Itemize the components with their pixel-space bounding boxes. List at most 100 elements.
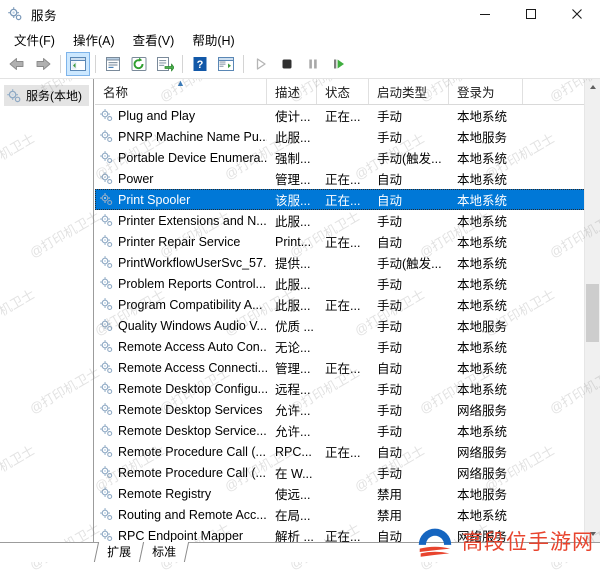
service-name-label: Remote Procedure Call (... xyxy=(118,465,266,480)
back-button[interactable] xyxy=(5,52,29,76)
column-header-name[interactable]: 名称 ▲ xyxy=(95,79,267,104)
service-name-label: Printer Repair Service xyxy=(118,234,241,249)
table-row[interactable]: Routing and Remote Acc... 在局... 禁用 本地系统 xyxy=(95,504,600,525)
table-row[interactable]: Remote Desktop Service... 允许... 手动 本地系统 xyxy=(95,420,600,441)
show-action-pane-button[interactable] xyxy=(214,52,238,76)
column-header-logon-label: 登录为 xyxy=(457,86,495,100)
export-list-button[interactable] xyxy=(153,52,177,76)
table-row[interactable]: Plug and Play 使计... 正在... 手动 本地系统 xyxy=(95,105,600,126)
table-row[interactable]: PNRP Machine Name Pu... 此服... 手动 本地服务 xyxy=(95,126,600,147)
column-header-logon[interactable]: 登录为 xyxy=(449,79,523,104)
menu-file[interactable]: 文件(F) xyxy=(6,28,65,51)
refresh-button[interactable] xyxy=(127,52,151,76)
help-button[interactable]: ? xyxy=(188,52,212,76)
stop-icon xyxy=(282,59,292,69)
vertical-scrollbar[interactable] xyxy=(584,79,600,542)
properties-button[interactable] xyxy=(101,52,125,76)
show-hide-tree-button[interactable] xyxy=(66,52,90,76)
cell-description: RPC... xyxy=(275,444,312,459)
table-row[interactable]: Printer Repair Service Print... 正在... 自动 本地系… xyxy=(95,231,600,252)
table-row[interactable]: Problem Reports Control... 此服... 手动 本地系统 xyxy=(95,273,600,294)
service-gear-icon xyxy=(100,319,113,332)
services-list[interactable]: Plug and Play 使计... 正在... 手动 本地系统 PNRP Machi… xyxy=(95,105,600,542)
table-row[interactable]: Power 管理... 正在... 自动 本地系统 xyxy=(95,168,600,189)
column-header-status[interactable]: 状态 xyxy=(317,79,369,104)
service-name-label: PNRP Machine Name Pu... xyxy=(118,129,267,144)
maximize-icon xyxy=(526,9,536,19)
column-header-description[interactable]: 描述 xyxy=(267,79,317,104)
forward-button[interactable] xyxy=(31,52,55,76)
close-button[interactable] xyxy=(554,0,600,28)
cell-description: 强制... xyxy=(275,152,311,166)
sidebar-item-services-local[interactable]: 服务(本地) xyxy=(4,85,89,106)
column-header-startup[interactable]: 启动类型 xyxy=(369,79,449,104)
table-row[interactable]: RPC Endpoint Mapper 解析 ... 正在... 自动 网络服务 xyxy=(95,525,600,542)
table-row[interactable]: PrintWorkflowUserSvc_57... 提供... 手动(触发... 本… xyxy=(95,252,600,273)
console-tree: 服务(本地) xyxy=(0,79,94,542)
cell-startup: 禁用 xyxy=(377,509,403,523)
refresh-icon xyxy=(131,57,147,71)
table-row[interactable]: Remote Registry 使远... 禁用 本地服务 xyxy=(95,483,600,504)
toolbar: ? xyxy=(0,50,600,79)
menu-action[interactable]: 操作(A) xyxy=(65,28,125,51)
table-row[interactable]: Remote Procedure Call (... RPC... 正在... 自动 网… xyxy=(95,441,600,462)
table-row[interactable]: Print Spooler 该服... 正在... 自动 本地系统 xyxy=(95,189,600,210)
properties-icon xyxy=(106,57,120,71)
maximize-button[interactable] xyxy=(508,0,554,28)
cell-name: Portable Device Enumera... xyxy=(95,150,267,165)
table-row[interactable]: Printer Extensions and N... 此服... 手动 本地系统 xyxy=(95,210,600,231)
start-service-button[interactable] xyxy=(249,52,273,76)
scroll-down-button[interactable] xyxy=(585,526,600,542)
table-row[interactable]: Remote Access Auto Con... 无论... 手动 本地系统 xyxy=(95,336,600,357)
pause-icon xyxy=(309,59,317,69)
column-header-name-label: 名称 xyxy=(103,86,129,100)
scroll-up-button[interactable] xyxy=(585,79,600,95)
table-row[interactable]: Program Compatibility A... 此服... 正在... 手动 本地… xyxy=(95,294,600,315)
cell-description: 无论... xyxy=(275,341,311,355)
cell-startup: 自动 xyxy=(377,173,403,187)
cell-logon: 本地系统 xyxy=(457,257,508,271)
cell-description: 使计... xyxy=(275,110,311,124)
cell-logon: 本地系统 xyxy=(457,509,508,523)
cell-description: 该服... xyxy=(275,194,311,208)
cell-startup: 手动 xyxy=(377,110,403,124)
cell-startup: 自动 xyxy=(377,446,403,460)
table-row[interactable]: Portable Device Enumera... 强制... 手动(触发... 本… xyxy=(95,147,600,168)
pause-service-button[interactable] xyxy=(301,52,325,76)
restart-service-button[interactable] xyxy=(327,52,351,76)
tab-extended[interactable]: 扩展 xyxy=(93,542,145,562)
table-row[interactable]: Remote Desktop Services 允许... 手动 网络服务 xyxy=(95,399,600,420)
cell-logon: 本地系统 xyxy=(457,152,508,166)
stop-service-button[interactable] xyxy=(275,52,299,76)
cell-description: 使远... xyxy=(275,488,311,502)
cell-name: RPC Endpoint Mapper xyxy=(95,528,267,542)
toolbar-separator xyxy=(243,55,244,73)
service-name-label: Plug and Play xyxy=(118,108,196,123)
cell-description: 此服... xyxy=(275,131,311,145)
services-gear-icon xyxy=(7,88,21,102)
tab-standard[interactable]: 标准 xyxy=(138,542,190,562)
service-gear-icon xyxy=(100,109,113,122)
cell-logon: 本地服务 xyxy=(457,131,508,145)
service-gear-icon xyxy=(100,466,113,479)
services-window: 服务 文件(F) 操作(A) 查看(V) 帮助(H) ? 服务(本地) 名称 ▲… xyxy=(0,0,600,570)
cell-description: 在局... xyxy=(275,509,311,523)
menu-help[interactable]: 帮助(H) xyxy=(184,28,244,51)
cell-logon: 网络服务 xyxy=(457,446,508,460)
cell-description: 在 W... xyxy=(275,467,313,481)
cell-logon: 本地系统 xyxy=(457,173,508,187)
table-row[interactable]: Remote Desktop Configu... 远程... 手动 本地系统 xyxy=(95,378,600,399)
minimize-button[interactable] xyxy=(462,0,508,28)
menu-view[interactable]: 查看(V) xyxy=(125,28,185,51)
scrollbar-thumb[interactable] xyxy=(586,284,599,342)
cell-name: Remote Desktop Configu... xyxy=(95,381,267,396)
table-row[interactable]: Quality Windows Audio V... 优质 ... 手动 本地服务 xyxy=(95,315,600,336)
cell-startup: 手动 xyxy=(377,278,403,292)
table-row[interactable]: Remote Access Connecti... 管理... 正在... 自动 本地系… xyxy=(95,357,600,378)
cell-name: Remote Access Connecti... xyxy=(95,360,267,375)
table-row[interactable]: Remote Procedure Call (... 在 W... 手动 网络服务 xyxy=(95,462,600,483)
cell-startup: 手动 xyxy=(377,131,403,145)
back-icon xyxy=(9,58,24,70)
service-gear-icon xyxy=(100,403,113,416)
cell-status: 正在... xyxy=(325,362,361,376)
